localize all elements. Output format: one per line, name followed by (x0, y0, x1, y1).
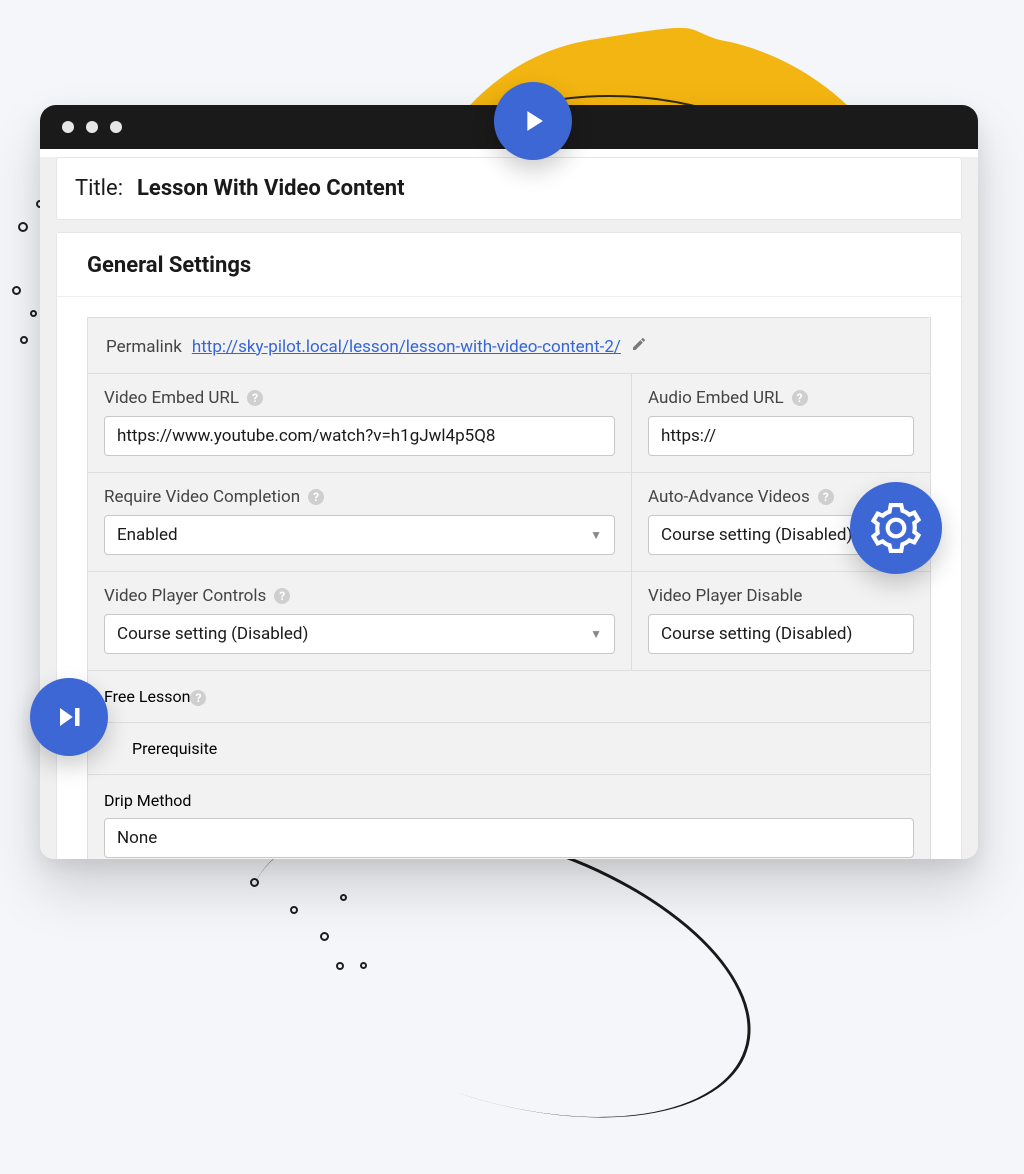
permalink-link[interactable]: http://sky-pilot.local/lesson/lesson-wit… (192, 337, 621, 357)
audio-embed-input[interactable]: https:// (648, 416, 914, 456)
lesson-title-row: Title: Lesson With Video Content (56, 157, 962, 220)
require-completion-label: Require Video Completion (104, 487, 300, 507)
decorative-dots (280, 888, 540, 988)
player-disable-label: Video Player Disable (648, 586, 802, 606)
general-settings-panel: General Settings Permalink http://sky-pi… (56, 232, 962, 859)
player-controls-cell: Video Player Controls? Course setting (D… (87, 571, 632, 671)
pencil-icon[interactable] (631, 336, 647, 357)
panel-heading: General Settings (57, 233, 961, 297)
window-content: Title: Lesson With Video Content General… (40, 157, 978, 859)
skip-next-icon (30, 678, 108, 756)
gear-icon (850, 482, 942, 574)
prerequisite-label: Prerequisite (132, 739, 217, 758)
free-lesson-label: Free Lesson (104, 687, 190, 706)
traffic-light-minimize[interactable] (86, 121, 98, 133)
lesson-title[interactable]: Lesson With Video Content (137, 176, 405, 201)
player-controls-select[interactable]: Course setting (Disabled)▼ (104, 614, 615, 654)
drip-method-select[interactable]: None (104, 818, 914, 858)
permalink-row: Permalink http://sky-pilot.local/lesson/… (87, 317, 931, 374)
require-completion-select[interactable]: Enabled▼ (104, 515, 615, 555)
play-icon (494, 82, 572, 160)
player-controls-label: Video Player Controls (104, 586, 266, 606)
traffic-light-zoom[interactable] (110, 121, 122, 133)
chevron-down-icon: ▼ (590, 627, 602, 641)
audio-embed-label: Audio Embed URL (648, 388, 784, 408)
free-lesson-row: Free Lesson? (87, 670, 931, 723)
help-icon[interactable]: ? (247, 390, 263, 406)
permalink-label: Permalink (106, 337, 182, 357)
video-embed-cell: Video Embed URL? https://www.youtube.com… (87, 373, 632, 473)
prerequisite-row: Prerequisite (87, 722, 931, 775)
video-embed-label: Video Embed URL (104, 388, 239, 408)
help-icon[interactable]: ? (818, 489, 834, 505)
help-icon[interactable]: ? (190, 690, 206, 706)
auto-advance-label: Auto-Advance Videos (648, 487, 810, 507)
help-icon[interactable]: ? (308, 489, 324, 505)
drip-method-row: Drip Method None (87, 774, 931, 859)
traffic-light-close[interactable] (62, 121, 74, 133)
title-label: Title: (75, 176, 123, 201)
drip-method-label: Drip Method (104, 791, 191, 810)
help-icon[interactable]: ? (792, 390, 808, 406)
help-icon[interactable]: ? (274, 588, 290, 604)
require-completion-cell: Require Video Completion? Enabled▼ (87, 472, 632, 572)
video-embed-input[interactable]: https://www.youtube.com/watch?v=h1gJwl4p… (104, 416, 615, 456)
audio-embed-cell: Audio Embed URL? https:// (631, 373, 931, 473)
chevron-down-icon: ▼ (590, 528, 602, 542)
player-disable-select[interactable]: Course setting (Disabled) (648, 614, 914, 654)
editor-window: Title: Lesson With Video Content General… (40, 105, 978, 859)
player-disable-cell: Video Player Disable Course setting (Dis… (631, 571, 931, 671)
